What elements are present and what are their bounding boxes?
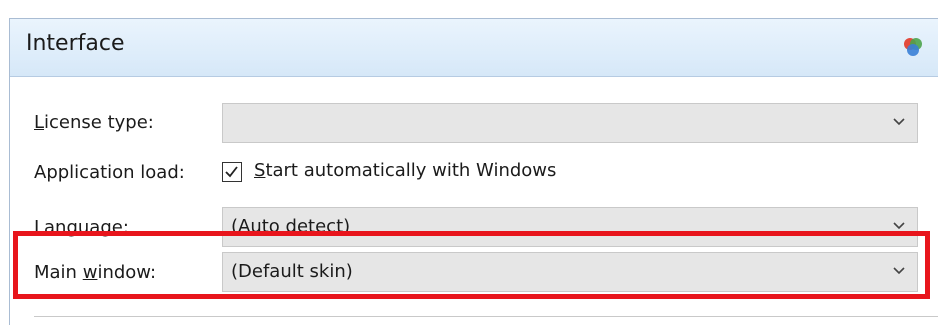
language-value: (Auto detect) <box>231 216 351 237</box>
chevron-down-icon <box>893 222 905 230</box>
divider <box>34 316 938 317</box>
license-type-label-accel: L <box>34 112 45 133</box>
main-window-value: (Default skin) <box>231 261 353 282</box>
language-label: Language: <box>34 217 129 238</box>
main-window-label: Main window: <box>34 262 156 283</box>
license-type-label-text: icense type: <box>44 112 154 133</box>
checkmark-icon <box>225 166 238 178</box>
start-automatically-accel: S <box>254 160 266 181</box>
app-logo-icon <box>904 38 922 56</box>
main-window-label-pre: Main <box>34 262 83 283</box>
top-strip <box>0 0 938 18</box>
license-type-label: License type: <box>34 112 154 133</box>
start-automatically-checkbox[interactable] <box>222 162 242 182</box>
application-load-label: Application load: <box>34 162 185 183</box>
settings-window: Interface License type: Application load… <box>0 0 938 325</box>
chevron-down-icon <box>893 267 905 275</box>
panel-title: Interface <box>26 31 125 56</box>
chevron-down-icon <box>893 118 905 126</box>
start-automatically-label[interactable]: Start automatically with Windows <box>254 160 556 181</box>
panel-header: Interface <box>10 19 938 77</box>
license-type-dropdown[interactable] <box>222 103 918 143</box>
language-dropdown[interactable]: (Auto detect) <box>222 207 918 247</box>
main-window-label-text: indow: <box>97 262 157 283</box>
main-window-label-accel: w <box>82 262 98 283</box>
main-window-dropdown[interactable]: (Default skin) <box>222 252 918 292</box>
start-automatically-text: tart automatically with Windows <box>265 160 557 181</box>
